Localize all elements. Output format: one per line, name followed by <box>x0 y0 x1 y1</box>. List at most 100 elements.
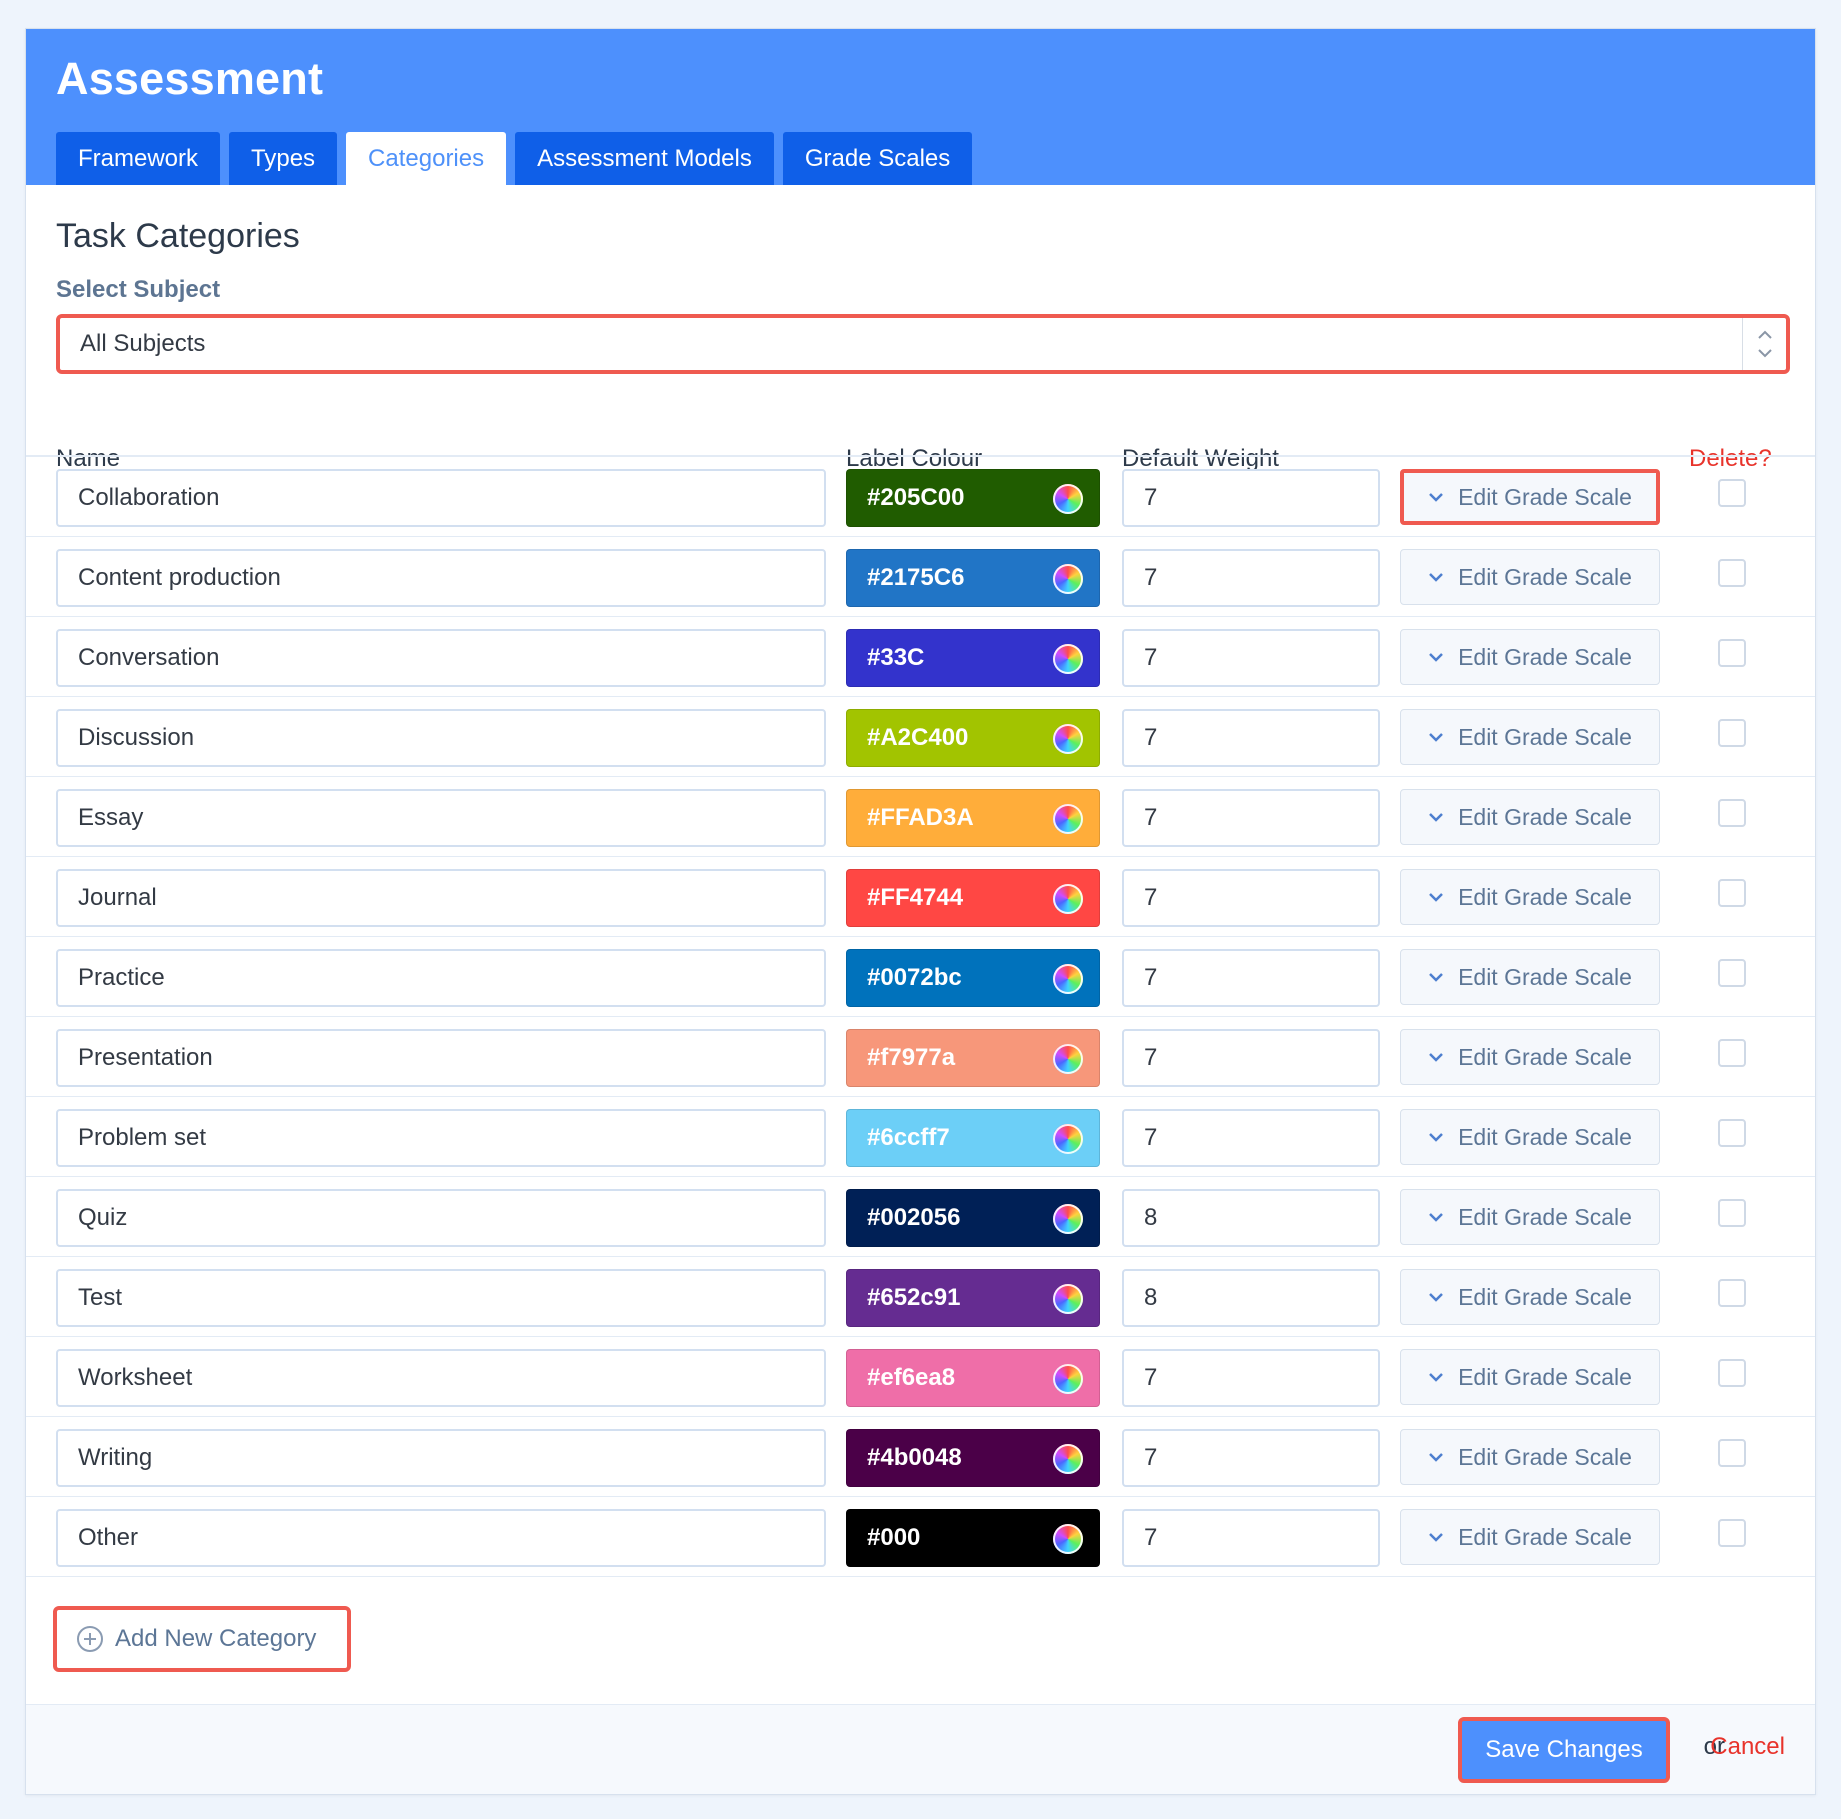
colour-picker-icon[interactable] <box>1053 884 1083 914</box>
category-name-input[interactable]: Essay <box>56 789 826 847</box>
chevron-down-icon <box>1429 733 1443 742</box>
default-weight-input[interactable]: 7 <box>1122 1109 1380 1167</box>
edit-grade-scale-button[interactable]: Edit Grade Scale <box>1400 549 1660 605</box>
colour-picker-icon[interactable] <box>1053 1364 1083 1394</box>
colour-picker-icon[interactable] <box>1053 1044 1083 1074</box>
colour-picker-icon[interactable] <box>1053 1284 1083 1314</box>
label-colour-value: #2175C6 <box>867 564 965 591</box>
edit-grade-scale-button[interactable]: Edit Grade Scale <box>1400 1109 1660 1165</box>
default-weight-input[interactable]: 7 <box>1122 469 1380 527</box>
category-name-input[interactable]: Presentation <box>56 1029 826 1087</box>
default-weight-input[interactable]: 7 <box>1122 1029 1380 1087</box>
colour-picker-icon[interactable] <box>1053 1124 1083 1154</box>
category-name-input[interactable]: Worksheet <box>56 1349 826 1407</box>
cancel-link[interactable]: Cancel <box>1710 1733 1785 1761</box>
colour-picker-icon[interactable] <box>1053 804 1083 834</box>
delete-checkbox[interactable] <box>1718 799 1746 827</box>
default-weight-input[interactable]: 8 <box>1122 1269 1380 1327</box>
edit-grade-scale-button[interactable]: Edit Grade Scale <box>1400 629 1660 685</box>
label-colour-input[interactable]: #f7977a <box>846 1029 1100 1087</box>
label-colour-input[interactable]: #FF4744 <box>846 869 1100 927</box>
delete-checkbox[interactable] <box>1718 1039 1746 1067</box>
colour-picker-icon[interactable] <box>1053 1204 1083 1234</box>
label-colour-input[interactable]: #FFAD3A <box>846 789 1100 847</box>
tab-grade-scales[interactable]: Grade Scales <box>782 132 973 185</box>
label-colour-input[interactable]: #002056 <box>846 1189 1100 1247</box>
subject-select[interactable]: All Subjects <box>56 314 1790 374</box>
save-changes-button[interactable]: Save Changes <box>1458 1717 1670 1783</box>
label-colour-input[interactable]: #205C00 <box>846 469 1100 527</box>
tab-categories[interactable]: Categories <box>346 132 507 185</box>
edit-grade-scale-button[interactable]: Edit Grade Scale <box>1400 789 1660 845</box>
edit-grade-scale-button[interactable]: Edit Grade Scale <box>1400 1029 1660 1085</box>
edit-grade-scale-button[interactable]: Edit Grade Scale <box>1400 469 1660 525</box>
label-colour-input[interactable]: #6ccff7 <box>846 1109 1100 1167</box>
label-colour-value: #6ccff7 <box>867 1124 950 1151</box>
delete-checkbox[interactable] <box>1718 719 1746 747</box>
category-name-input[interactable]: Problem set <box>56 1109 826 1167</box>
default-weight-input[interactable]: 7 <box>1122 789 1380 847</box>
delete-checkbox[interactable] <box>1718 1359 1746 1387</box>
delete-checkbox[interactable] <box>1718 879 1746 907</box>
colour-picker-icon[interactable] <box>1053 564 1083 594</box>
tab-assessment-models[interactable]: Assessment Models <box>515 132 774 185</box>
category-name-input[interactable]: Quiz <box>56 1189 826 1247</box>
edit-grade-scale-button[interactable]: Edit Grade Scale <box>1400 1189 1660 1245</box>
colour-picker-icon[interactable] <box>1053 484 1083 514</box>
label-colour-input[interactable]: #652c91 <box>846 1269 1100 1327</box>
default-weight-input[interactable]: 8 <box>1122 1189 1380 1247</box>
edit-grade-scale-button[interactable]: Edit Grade Scale <box>1400 1349 1660 1405</box>
edit-grade-scale-button[interactable]: Edit Grade Scale <box>1400 1429 1660 1485</box>
label-colour-input[interactable]: #2175C6 <box>846 549 1100 607</box>
default-weight-input[interactable]: 7 <box>1122 549 1380 607</box>
delete-checkbox[interactable] <box>1718 639 1746 667</box>
category-name-input[interactable]: Practice <box>56 949 826 1007</box>
label-colour-value: #f7977a <box>867 1044 956 1071</box>
label-colour-input[interactable]: #A2C400 <box>846 709 1100 767</box>
default-weight-input[interactable]: 7 <box>1122 1509 1380 1567</box>
delete-checkbox[interactable] <box>1718 959 1746 987</box>
edit-grade-scale-button[interactable]: Edit Grade Scale <box>1400 1269 1660 1325</box>
category-name-input[interactable]: Test <box>56 1269 826 1327</box>
delete-checkbox[interactable] <box>1718 1519 1746 1547</box>
edit-grade-scale-button[interactable]: Edit Grade Scale <box>1400 949 1660 1005</box>
category-name-input[interactable]: Journal <box>56 869 826 927</box>
table-row: Collaboration #205C00 7 Edit Grade Scale <box>26 457 1815 537</box>
category-name-input[interactable]: Writing <box>56 1429 826 1487</box>
default-weight-input[interactable]: 7 <box>1122 629 1380 687</box>
tab-types[interactable]: Types <box>229 132 338 185</box>
colour-picker-icon[interactable] <box>1053 724 1083 754</box>
default-weight-input[interactable]: 7 <box>1122 869 1380 927</box>
delete-checkbox[interactable] <box>1718 479 1746 507</box>
default-weight-input[interactable]: 7 <box>1122 1349 1380 1407</box>
category-name-input[interactable]: Conversation <box>56 629 826 687</box>
default-weight-input[interactable]: 7 <box>1122 949 1380 1007</box>
edit-grade-scale-button[interactable]: Edit Grade Scale <box>1400 1509 1660 1565</box>
tab-framework[interactable]: Framework <box>56 132 221 185</box>
colour-picker-icon[interactable] <box>1053 644 1083 674</box>
label-colour-input[interactable]: #000 <box>846 1509 1100 1567</box>
label-colour-input[interactable]: #0072bc <box>846 949 1100 1007</box>
delete-checkbox[interactable] <box>1718 1119 1746 1147</box>
edit-grade-scale-label: Edit Grade Scale <box>1458 1123 1632 1150</box>
category-name-input[interactable]: Content production <box>56 549 826 607</box>
default-weight-input[interactable]: 7 <box>1122 1429 1380 1487</box>
colour-picker-icon[interactable] <box>1053 1444 1083 1474</box>
category-name-input[interactable]: Discussion <box>56 709 826 767</box>
edit-grade-scale-button[interactable]: Edit Grade Scale <box>1400 869 1660 925</box>
delete-checkbox[interactable] <box>1718 1199 1746 1227</box>
delete-checkbox[interactable] <box>1718 559 1746 587</box>
edit-grade-scale-label: Edit Grade Scale <box>1458 483 1632 510</box>
category-name-input[interactable]: Collaboration <box>56 469 826 527</box>
label-colour-input[interactable]: #4b0048 <box>846 1429 1100 1487</box>
colour-picker-icon[interactable] <box>1053 964 1083 994</box>
category-name-input[interactable]: Other <box>56 1509 826 1567</box>
edit-grade-scale-button[interactable]: Edit Grade Scale <box>1400 709 1660 765</box>
default-weight-input[interactable]: 7 <box>1122 709 1380 767</box>
delete-checkbox[interactable] <box>1718 1439 1746 1467</box>
add-new-category-button[interactable]: Add New Category <box>53 1606 351 1672</box>
colour-picker-icon[interactable] <box>1053 1524 1083 1554</box>
delete-checkbox[interactable] <box>1718 1279 1746 1307</box>
label-colour-input[interactable]: #33C <box>846 629 1100 687</box>
label-colour-input[interactable]: #ef6ea8 <box>846 1349 1100 1407</box>
